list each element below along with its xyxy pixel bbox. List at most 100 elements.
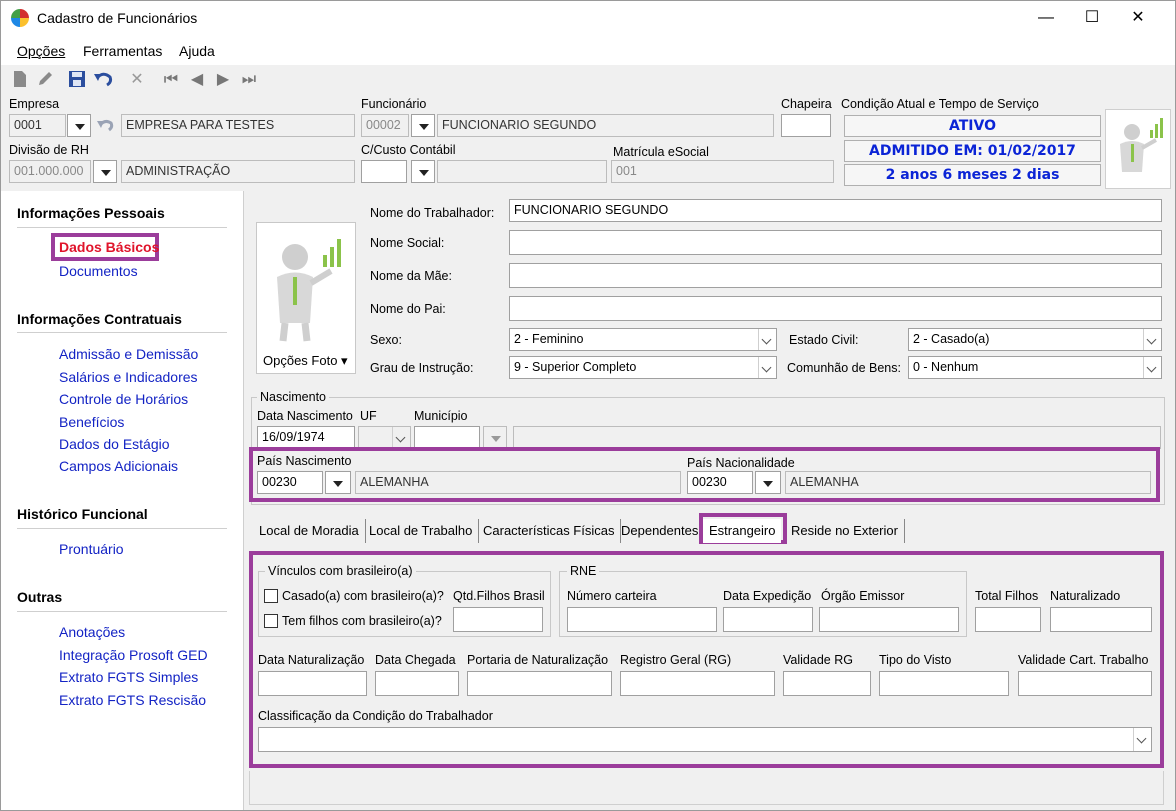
chapeira-field[interactable] bbox=[781, 114, 831, 137]
sidebar-item-campos-adicionais[interactable]: Campos Adicionais bbox=[59, 458, 178, 474]
nome-social-field[interactable] bbox=[509, 230, 1162, 255]
minimize-button[interactable]: — bbox=[1023, 1, 1069, 35]
grau-select[interactable]: 9 - Superior Completo bbox=[509, 356, 777, 379]
sidebar-item-estagio[interactable]: Dados do Estágio bbox=[59, 436, 170, 452]
sidebar-item-fgts-simples[interactable]: Extrato FGTS Simples bbox=[59, 669, 198, 685]
sidebar-item-anotacoes[interactable]: Anotações bbox=[59, 624, 125, 640]
tab-local-trabalho[interactable]: Local de Trabalho bbox=[363, 519, 480, 543]
uf-select[interactable] bbox=[358, 426, 411, 449]
validade-rg-field[interactable] bbox=[783, 671, 871, 696]
tab-panel-bottom bbox=[249, 771, 1164, 805]
empresa-code-field[interactable]: 0001 bbox=[9, 114, 66, 137]
close-button[interactable]: ✕ bbox=[1115, 1, 1161, 35]
numero-carteira-field[interactable] bbox=[567, 607, 717, 632]
tab-local-moradia[interactable]: Local de Moradia bbox=[253, 519, 366, 543]
chevron-down-icon bbox=[758, 329, 776, 350]
pais-nascimento-code-field[interactable]: 00230 bbox=[257, 471, 323, 494]
refresh-icon[interactable] bbox=[95, 116, 117, 136]
sidebar-item-documentos[interactable]: Documentos bbox=[59, 263, 138, 279]
funcionario-label: Funcionário bbox=[361, 97, 427, 111]
casado-checkbox[interactable] bbox=[264, 589, 278, 603]
pais-nacionalidade-code-field[interactable]: 00230 bbox=[687, 471, 753, 494]
nome-pai-field[interactable] bbox=[509, 296, 1162, 321]
edit-icon[interactable] bbox=[35, 70, 55, 90]
data-expedicao-field[interactable] bbox=[723, 607, 813, 632]
tipo-visto-field[interactable] bbox=[879, 671, 1009, 696]
validade-cart-field[interactable] bbox=[1018, 671, 1152, 696]
section-divider bbox=[17, 528, 227, 529]
ccusto-dropdown-button[interactable] bbox=[411, 160, 435, 183]
vinculos-title: Vínculos com brasileiro(a) bbox=[265, 564, 416, 578]
data-naturalizacao-field[interactable] bbox=[258, 671, 367, 696]
sidebar-item-admissao[interactable]: Admissão e Demissão bbox=[59, 346, 198, 362]
matricula-label: Matrícula eSocial bbox=[613, 145, 709, 159]
sexo-select[interactable]: 2 - Feminino bbox=[509, 328, 777, 351]
section-informacoes-pessoais: Informações Pessoais bbox=[17, 205, 165, 221]
sidebar-item-horarios[interactable]: Controle de Horários bbox=[59, 391, 188, 407]
portaria-field[interactable] bbox=[467, 671, 612, 696]
pais-nacionalidade-dropdown-button[interactable] bbox=[755, 471, 781, 494]
tab-reside-exterior[interactable]: Reside no Exterior bbox=[785, 519, 905, 543]
data-nascimento-field[interactable]: 16/09/1974 bbox=[257, 426, 355, 449]
sidebar-item-fgts-rescisao[interactable]: Extrato FGTS Rescisão bbox=[59, 692, 206, 708]
orgao-emissor-field[interactable] bbox=[819, 607, 959, 632]
estado-civil-value: 2 - Casado(a) bbox=[913, 332, 990, 346]
save-icon[interactable] bbox=[67, 70, 87, 90]
rg-field[interactable] bbox=[620, 671, 775, 696]
funcionario-name-field: FUNCIONARIO SEGUNDO bbox=[437, 114, 774, 137]
tab-estrangeiro[interactable]: Estrangeiro bbox=[703, 519, 782, 543]
maximize-button[interactable]: ☐ bbox=[1069, 1, 1115, 35]
total-filhos-field[interactable] bbox=[975, 607, 1041, 632]
sidebar-item-salarios[interactable]: Salários e Indicadores bbox=[59, 369, 198, 385]
ccusto-label: C/Custo Contábil bbox=[361, 143, 456, 157]
undo-icon[interactable] bbox=[93, 70, 113, 90]
estado-civil-label: Estado Civil: bbox=[789, 333, 859, 347]
nome-mae-field[interactable] bbox=[509, 263, 1162, 288]
estado-civil-select[interactable]: 2 - Casado(a) bbox=[908, 328, 1162, 351]
menu-opcoes[interactable]: Opções bbox=[17, 43, 65, 59]
pais-nacionalidade-label: País Nacionalidade bbox=[687, 456, 795, 470]
new-icon[interactable] bbox=[10, 70, 30, 90]
nascimento-title: Nascimento bbox=[257, 390, 329, 404]
sidebar-item-prontuario[interactable]: Prontuário bbox=[59, 541, 124, 557]
sidebar-item-integracao-ged[interactable]: Integração Prosoft GED bbox=[59, 647, 208, 663]
delete-icon[interactable]: ✕ bbox=[127, 70, 147, 90]
classificacao-select[interactable] bbox=[258, 727, 1152, 752]
tab-caracteristicas-fisicas[interactable]: Características Físicas bbox=[477, 519, 622, 543]
sidebar-item-dados-basicos[interactable]: Dados Básicos bbox=[59, 239, 159, 255]
photo-options-button[interactable]: Opções Foto ▾ bbox=[263, 353, 348, 369]
nome-mae-label: Nome da Mãe: bbox=[370, 269, 452, 283]
municipio-dropdown-button[interactable] bbox=[483, 426, 507, 449]
employee-photo: Opções Foto ▾ bbox=[256, 222, 356, 374]
naturalizado-field[interactable] bbox=[1050, 607, 1152, 632]
nome-field[interactable]: FUNCIONARIO SEGUNDO bbox=[509, 199, 1162, 222]
matricula-field[interactable]: 001 bbox=[611, 160, 834, 183]
sidebar-item-beneficios[interactable]: Benefícios bbox=[59, 414, 124, 430]
nome-social-label: Nome Social: bbox=[370, 236, 445, 250]
section-outras: Outras bbox=[17, 589, 63, 605]
comunhao-select[interactable]: 0 - Nenhum bbox=[908, 356, 1162, 379]
data-chegada-field[interactable] bbox=[375, 671, 459, 696]
menu-ajuda[interactable]: Ajuda bbox=[179, 43, 215, 59]
ccusto-field[interactable] bbox=[361, 160, 407, 183]
last-icon[interactable]: ⏭ bbox=[239, 70, 259, 90]
main-window: Cadastro de Funcionários — ☐ ✕ Opções Fe… bbox=[0, 0, 1176, 811]
qtd-filhos-field[interactable] bbox=[453, 607, 543, 632]
prev-icon[interactable]: ◀ bbox=[187, 70, 207, 90]
tab-dependentes[interactable]: Dependentes bbox=[615, 519, 706, 543]
empresa-dropdown-button[interactable] bbox=[67, 114, 91, 137]
funcionario-dropdown-button[interactable] bbox=[411, 114, 435, 137]
section-divider bbox=[17, 332, 227, 333]
divisao-name-field: ADMINISTRAÇÃO bbox=[121, 160, 355, 183]
pais-nascimento-dropdown-button[interactable] bbox=[325, 471, 351, 494]
section-historico-funcional: Histórico Funcional bbox=[17, 506, 148, 522]
divisao-dropdown-button[interactable] bbox=[93, 160, 117, 183]
next-icon[interactable]: ▶ bbox=[213, 70, 233, 90]
menu-ferramentas[interactable]: Ferramentas bbox=[83, 43, 162, 59]
municipio-code-field[interactable] bbox=[414, 426, 480, 449]
first-icon[interactable]: ⏮ bbox=[161, 70, 181, 90]
filhos-checkbox[interactable] bbox=[264, 614, 278, 628]
funcionario-code-field[interactable]: 00002 bbox=[361, 114, 409, 137]
chevron-down-icon bbox=[1143, 329, 1161, 350]
divisao-code-field[interactable]: 001.000.000 bbox=[9, 160, 91, 183]
